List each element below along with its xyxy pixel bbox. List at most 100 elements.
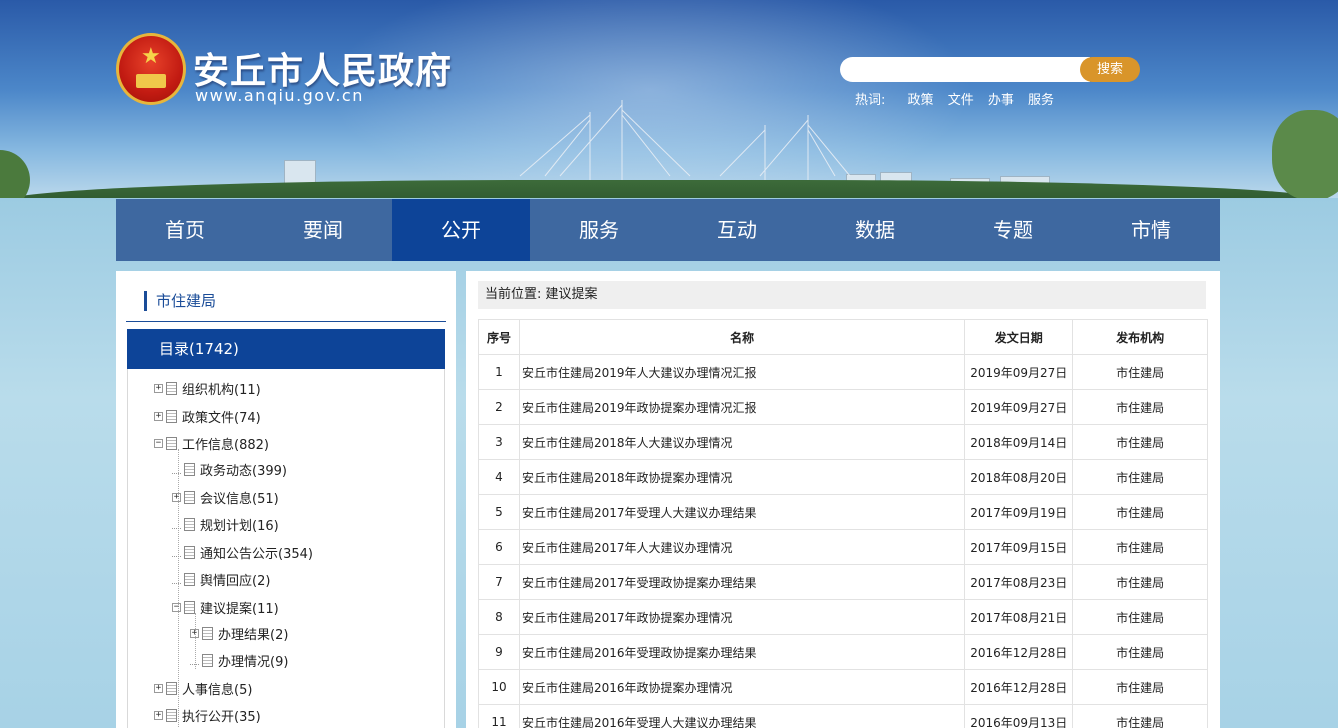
- nav-item-topics[interactable]: 专题: [944, 199, 1082, 261]
- tree-item[interactable]: 办理情况(9): [190, 651, 288, 670]
- document-title-link[interactable]: 安丘市住建局2017年受理人大建议办理结果: [518, 494, 966, 530]
- column-header: 发布机构: [1072, 319, 1208, 355]
- publish-date: 2018年09月14日: [964, 424, 1074, 460]
- document-icon: [184, 572, 195, 586]
- document-title-link[interactable]: 安丘市住建局2018年政协提案办理情况: [518, 459, 966, 495]
- publish-date: 2018年08月20日: [964, 459, 1074, 495]
- search-button[interactable]: 搜索: [1080, 57, 1140, 82]
- tree-item[interactable]: + 会议信息(51): [172, 488, 279, 507]
- publish-date: 2017年08月23日: [964, 564, 1074, 600]
- tree-connector: [172, 465, 181, 474]
- document-title-link[interactable]: 安丘市住建局2016年受理人大建议办理结果: [518, 704, 966, 728]
- tree-item-label: 组织机构(11): [182, 382, 261, 398]
- table-row[interactable]: 2 安丘市住建局2019年政协提案办理情况汇报 2019年09月27日 市住建局: [478, 389, 1208, 425]
- expand-icon[interactable]: +: [172, 492, 181, 502]
- document-icon: [184, 490, 195, 504]
- table-row[interactable]: 6 安丘市住建局2017年人大建议办理情况 2017年09月15日 市住建局: [478, 529, 1208, 565]
- national-emblem-icon: ★: [116, 33, 186, 105]
- row-number: 7: [478, 564, 520, 600]
- tree-item-label: 人事信息(5): [182, 682, 253, 698]
- document-title-link[interactable]: 安丘市住建局2016年受理政协提案办理结果: [518, 634, 966, 670]
- tree-item[interactable]: + 办理结果(2): [190, 624, 289, 643]
- document-title-link[interactable]: 安丘市住建局2017年受理政协提案办理结果: [518, 564, 966, 600]
- tree-item-label: 规划计划(16): [200, 518, 279, 534]
- document-title-link[interactable]: 安丘市住建局2016年政协提案办理情况: [518, 669, 966, 705]
- table-row[interactable]: 3 安丘市住建局2018年人大建议办理情况 2018年09月14日 市住建局: [478, 424, 1208, 460]
- collapse-icon[interactable]: −: [154, 438, 163, 448]
- document-icon: [166, 381, 177, 395]
- table-row[interactable]: 4 安丘市住建局2018年政协提案办理情况 2018年08月20日 市住建局: [478, 459, 1208, 495]
- tree-item-label: 工作信息(882): [182, 437, 269, 453]
- tree-item[interactable]: + 政策文件(74): [154, 407, 261, 426]
- row-number: 1: [478, 354, 520, 390]
- publisher: 市住建局: [1072, 599, 1208, 635]
- row-number: 3: [478, 424, 520, 460]
- tree-connector: [172, 520, 181, 529]
- column-header: 名称: [518, 319, 966, 355]
- publisher: 市住建局: [1072, 354, 1208, 390]
- table-row[interactable]: 1 安丘市住建局2019年人大建议办理情况汇报 2019年09月27日 市住建局: [478, 354, 1208, 390]
- publish-date: 2017年09月19日: [964, 494, 1074, 530]
- catalog-header[interactable]: 目录(1742): [127, 329, 445, 369]
- table-row[interactable]: 10 安丘市住建局2016年政协提案办理情况 2016年12月28日 市住建局: [478, 669, 1208, 705]
- hot-word-link[interactable]: 办事: [988, 93, 1014, 108]
- table-row[interactable]: 9 安丘市住建局2016年受理政协提案办理结果 2016年12月28日 市住建局: [478, 634, 1208, 670]
- hot-word-link[interactable]: 文件: [948, 93, 974, 108]
- nav-item-news[interactable]: 要闻: [254, 199, 392, 261]
- tree-item[interactable]: 舆情回应(2): [172, 570, 270, 589]
- tree-item[interactable]: 规划计划(16): [172, 515, 279, 534]
- nav-item-interaction[interactable]: 互动: [668, 199, 806, 261]
- tree-item[interactable]: 通知公告公示(354): [172, 543, 313, 562]
- table-row[interactable]: 8 安丘市住建局2017年政协提案办理情况 2017年08月21日 市住建局: [478, 599, 1208, 635]
- search-input[interactable]: [840, 57, 1090, 82]
- catalog-tree: + 组织机构(11) + 政策文件(74) − 工作信息(882) 政务动态(399)…: [127, 369, 445, 728]
- document-icon: [184, 517, 195, 531]
- document-icon: [202, 626, 213, 640]
- tree-item[interactable]: + 组织机构(11): [154, 379, 261, 398]
- publisher: 市住建局: [1072, 494, 1208, 530]
- expand-icon[interactable]: +: [154, 710, 163, 720]
- tree-item[interactable]: + 执行公开(35): [154, 706, 261, 725]
- tree-item[interactable]: − 建议提案(11): [172, 598, 279, 617]
- row-number: 6: [478, 529, 520, 565]
- table-header-row: 序号 名称 发文日期 发布机构: [478, 319, 1208, 355]
- publisher: 市住建局: [1072, 529, 1208, 565]
- tree-item[interactable]: − 工作信息(882): [154, 434, 269, 453]
- document-title-link[interactable]: 安丘市住建局2017年人大建议办理情况: [518, 529, 966, 565]
- divider: [126, 321, 446, 322]
- tree-item-label: 会议信息(51): [200, 491, 279, 507]
- hot-word-link[interactable]: 服务: [1028, 93, 1054, 108]
- tree-item[interactable]: 政务动态(399): [172, 460, 287, 479]
- expand-icon[interactable]: +: [154, 383, 163, 393]
- row-number: 11: [478, 704, 520, 728]
- expand-icon[interactable]: +: [154, 683, 163, 693]
- nav-item-services[interactable]: 服务: [530, 199, 668, 261]
- tree-item-label: 执行公开(35): [182, 709, 261, 725]
- document-icon: [166, 409, 177, 423]
- hot-word-link[interactable]: 政策: [908, 93, 934, 108]
- document-title-link[interactable]: 安丘市住建局2019年政协提案办理情况汇报: [518, 389, 966, 425]
- document-title-link[interactable]: 安丘市住建局2018年人大建议办理情况: [518, 424, 966, 460]
- nav-item-data[interactable]: 数据: [806, 199, 944, 261]
- collapse-icon[interactable]: −: [172, 602, 181, 612]
- table-row[interactable]: 5 安丘市住建局2017年受理人大建议办理结果 2017年09月19日 市住建局: [478, 494, 1208, 530]
- nav-item-home[interactable]: 首页: [116, 199, 254, 261]
- hot-words: 热词: 政策 文件 办事 服务: [855, 89, 1064, 108]
- sidebar: 市住建局 目录(1742) + 组织机构(11) + 政策文件(74) − 工作信息(…: [116, 271, 456, 728]
- document-title-link[interactable]: 安丘市住建局2017年政协提案办理情况: [518, 599, 966, 635]
- hot-words-label: 热词:: [855, 93, 886, 108]
- tree-item-label: 办理结果(2): [218, 627, 289, 643]
- table-row[interactable]: 11 安丘市住建局2016年受理人大建议办理结果 2016年09月13日 市住建局: [478, 704, 1208, 728]
- document-title-link[interactable]: 安丘市住建局2019年人大建议办理情况汇报: [518, 354, 966, 390]
- tree-item[interactable]: + 人事信息(5): [154, 679, 253, 698]
- expand-icon[interactable]: +: [190, 628, 199, 638]
- nav-item-disclosure[interactable]: 公开: [392, 199, 530, 261]
- publish-date: 2017年09月15日: [964, 529, 1074, 565]
- expand-icon[interactable]: +: [154, 411, 163, 421]
- document-icon: [166, 436, 177, 450]
- publisher: 市住建局: [1072, 669, 1208, 705]
- nav-item-city-info[interactable]: 市情: [1082, 199, 1220, 261]
- document-table: 序号 名称 发文日期 发布机构 1 安丘市住建局2019年人大建议办理情况汇报 20…: [478, 319, 1208, 728]
- table-row[interactable]: 7 安丘市住建局2017年受理政协提案办理结果 2017年08月23日 市住建局: [478, 564, 1208, 600]
- site-url: www.anqiu.gov.cn: [195, 86, 364, 105]
